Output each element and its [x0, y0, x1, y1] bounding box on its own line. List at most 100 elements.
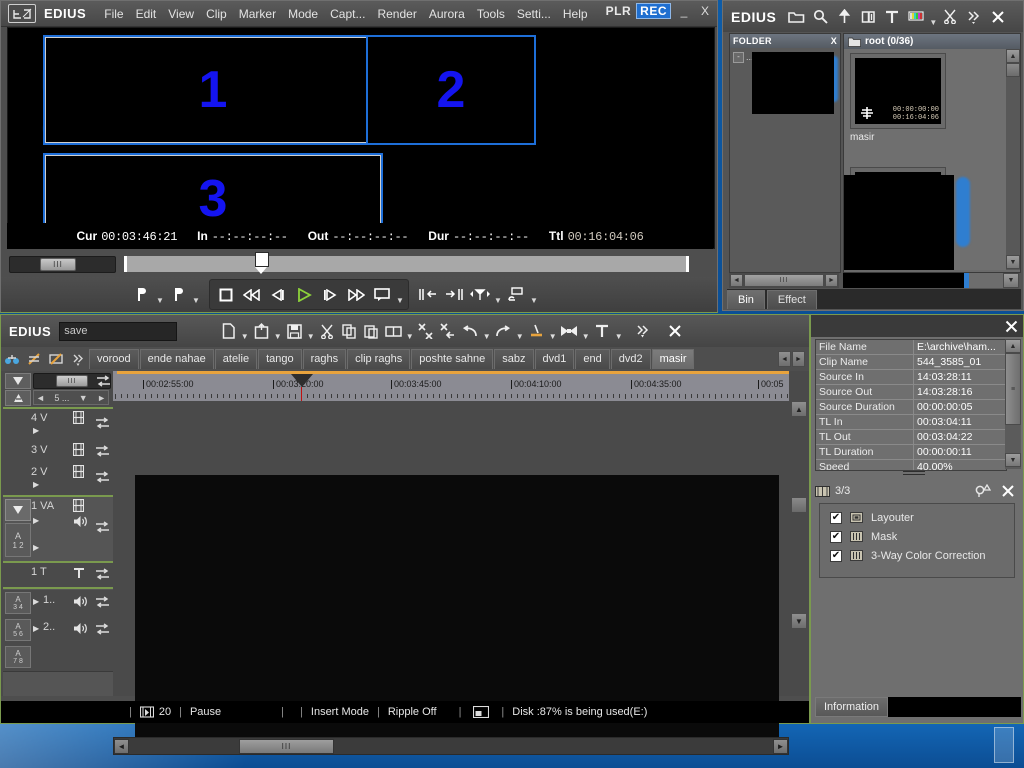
menu-aurora[interactable]: Aurora: [423, 5, 471, 23]
menu-settings[interactable]: Setti...: [511, 5, 557, 23]
close-button[interactable]: X: [697, 4, 713, 18]
effect-checkbox[interactable]: ✔: [830, 530, 842, 543]
clip-properties-table[interactable]: File Name E:\archive\ham... Clip Name 54…: [815, 339, 1007, 471]
track-a1-channels[interactable]: A 3 4: [5, 592, 31, 614]
open-project-icon[interactable]: [250, 319, 272, 343]
new-sequence-dropdown-icon[interactable]: ▼: [239, 317, 250, 346]
add-clip-icon[interactable]: [856, 5, 880, 29]
track-height-thumb[interactable]: III: [56, 375, 88, 387]
track-mixer-a2-icon[interactable]: [95, 623, 110, 635]
sequence-tab-prev-button[interactable]: ◄: [778, 351, 791, 367]
bin-content-area[interactable]: 00:00:00:00 00:16:04:06 masir ▲ ▼: [844, 49, 1020, 270]
copy-icon[interactable]: [338, 319, 360, 343]
bin-preview-dropdown-button[interactable]: ▼: [1003, 273, 1019, 288]
bin-hscroll-thumb[interactable]: III: [744, 274, 824, 287]
sequence-tab-clip-raghs[interactable]: clip raghs: [347, 349, 411, 369]
track-expand-4v-icon[interactable]: ▶: [33, 426, 39, 435]
more-icon[interactable]: [67, 349, 89, 369]
mark-in-dropdown-icon[interactable]: ▼: [155, 279, 165, 310]
zoom-prev-icon[interactable]: ◄: [36, 393, 45, 403]
sequence-tab-raghs[interactable]: raghs: [302, 349, 347, 369]
timecode-out-value[interactable]: --:--:--:--: [332, 230, 408, 244]
bin-scroll-up-button[interactable]: ▲: [1006, 49, 1020, 63]
effect-checkbox[interactable]: ✔: [830, 511, 842, 524]
sequence-tab-dvd1[interactable]: dvd1: [534, 349, 575, 369]
timeline-vertical-scrollbar[interactable]: ▲ ▼: [791, 401, 807, 648]
sequence-name-field[interactable]: save: [59, 321, 178, 341]
desktop-widget[interactable]: [994, 727, 1014, 763]
title-icon[interactable]: [880, 5, 904, 29]
fast-forward-icon[interactable]: [343, 282, 369, 308]
track-mixer-4v-icon[interactable]: [95, 417, 110, 429]
track-expand-1va-audio-icon[interactable]: ▶: [33, 543, 39, 552]
minimize-button[interactable]: _: [676, 4, 692, 18]
close-icon[interactable]: [1001, 484, 1015, 498]
track-mixer-1va-icon[interactable]: [95, 521, 110, 533]
zoom-next-icon[interactable]: ►: [97, 393, 106, 403]
track-mixer-1t-icon[interactable]: [95, 568, 110, 580]
video-toggle-button[interactable]: [5, 373, 31, 389]
properties-scroll-thumb[interactable]: ≡: [1005, 353, 1021, 425]
sequence-tab-dvd2[interactable]: dvd2: [610, 349, 651, 369]
track-expand-a1-icon[interactable]: ▶: [33, 597, 39, 606]
audio-toggle-button[interactable]: [5, 390, 31, 406]
sequence-tab-vorood[interactable]: vorood: [89, 349, 139, 369]
layout-region-2[interactable]: 2: [366, 35, 536, 145]
save-project-icon[interactable]: [283, 319, 305, 343]
track-mixer-icon[interactable]: [96, 375, 111, 387]
group-icon[interactable]: [382, 319, 404, 343]
close-icon[interactable]: [999, 316, 1023, 336]
transition-icon[interactable]: [558, 319, 580, 343]
track-header-1va[interactable]: A 1 2 1 VA ▶ ▶: [3, 497, 113, 562]
speaker-icon[interactable]: [73, 595, 87, 608]
panel-resize-grip[interactable]: [903, 471, 925, 477]
menu-view[interactable]: View: [162, 5, 200, 23]
export-icon[interactable]: [503, 282, 529, 308]
menu-file[interactable]: File: [98, 5, 129, 23]
track-header-2v[interactable]: 2 V ▶: [3, 463, 113, 496]
previous-frame-icon[interactable]: [265, 282, 291, 308]
redo-dropdown-icon[interactable]: ▼: [514, 317, 525, 346]
cut-icon[interactable]: [316, 319, 338, 343]
bin-scroll-thumb[interactable]: [1006, 63, 1020, 77]
track-header-3v[interactable]: 3 V: [3, 441, 113, 464]
timeline-canvas[interactable]: [113, 401, 789, 740]
track-a2-channels[interactable]: A 5 6: [5, 619, 31, 641]
delete-gap-icon[interactable]: [415, 319, 437, 343]
up-folder-icon[interactable]: [832, 5, 856, 29]
status-ripple-mode[interactable]: Ripple Off: [388, 706, 437, 718]
color-bar-dropdown-icon[interactable]: ▼: [928, 5, 938, 29]
open-project-dropdown-icon[interactable]: ▼: [272, 317, 283, 346]
track-1va-audio-channels[interactable]: A 1 2: [5, 523, 31, 557]
transition-dropdown-icon[interactable]: ▼: [580, 317, 591, 346]
menu-tools[interactable]: Tools: [471, 5, 511, 23]
track-mixer-a1-icon[interactable]: [95, 596, 110, 608]
set-in-icon[interactable]: [415, 282, 441, 308]
sequence-tab-atelie[interactable]: atelie: [214, 349, 258, 369]
title-dropdown-icon[interactable]: ▼: [613, 317, 624, 346]
sequence-tab-poshte-sahne[interactable]: poshte sahne: [411, 349, 494, 369]
mark-out-icon[interactable]: [165, 282, 191, 308]
rewind-icon[interactable]: [239, 282, 265, 308]
effects-list[interactable]: ✔ Layouter ✔ Mask ✔ 3-Way Color Correcti…: [819, 503, 1015, 578]
add-marker-icon[interactable]: [467, 282, 493, 308]
timeline-horizontal-scrollbar[interactable]: ◄ III ►: [113, 737, 789, 755]
player-scrub-track[interactable]: [124, 252, 689, 274]
player-zoom-slider[interactable]: III: [9, 255, 116, 273]
sequence-tab-ende-nahae[interactable]: ende nahae: [139, 349, 214, 369]
bin-hscroll-left-button[interactable]: ◄: [730, 274, 743, 287]
bin-vertical-scrollbar[interactable]: ▲ ▼: [1006, 49, 1020, 270]
track-mixer-3v-icon[interactable]: [95, 445, 110, 457]
loop-icon[interactable]: [369, 282, 395, 308]
menu-capture[interactable]: Capt...: [324, 5, 371, 23]
bin-item-masir[interactable]: 00:00:00:00 00:16:04:06 masir: [850, 53, 946, 143]
timecode-cur-value[interactable]: 00:03:46:21: [101, 230, 177, 244]
menu-help[interactable]: Help: [557, 5, 594, 23]
tab-effect[interactable]: Effect: [766, 290, 817, 309]
color-bar-icon[interactable]: [904, 5, 928, 29]
timeline-zoom-selector[interactable]: ◄ 5 ... ▼ ►: [33, 390, 109, 405]
track-header-4v[interactable]: 4 V ▶: [3, 409, 113, 442]
player-mode-rec[interactable]: REC: [636, 3, 671, 19]
track-header-1t[interactable]: 1 T: [3, 563, 113, 588]
stop-icon[interactable]: [213, 282, 239, 308]
